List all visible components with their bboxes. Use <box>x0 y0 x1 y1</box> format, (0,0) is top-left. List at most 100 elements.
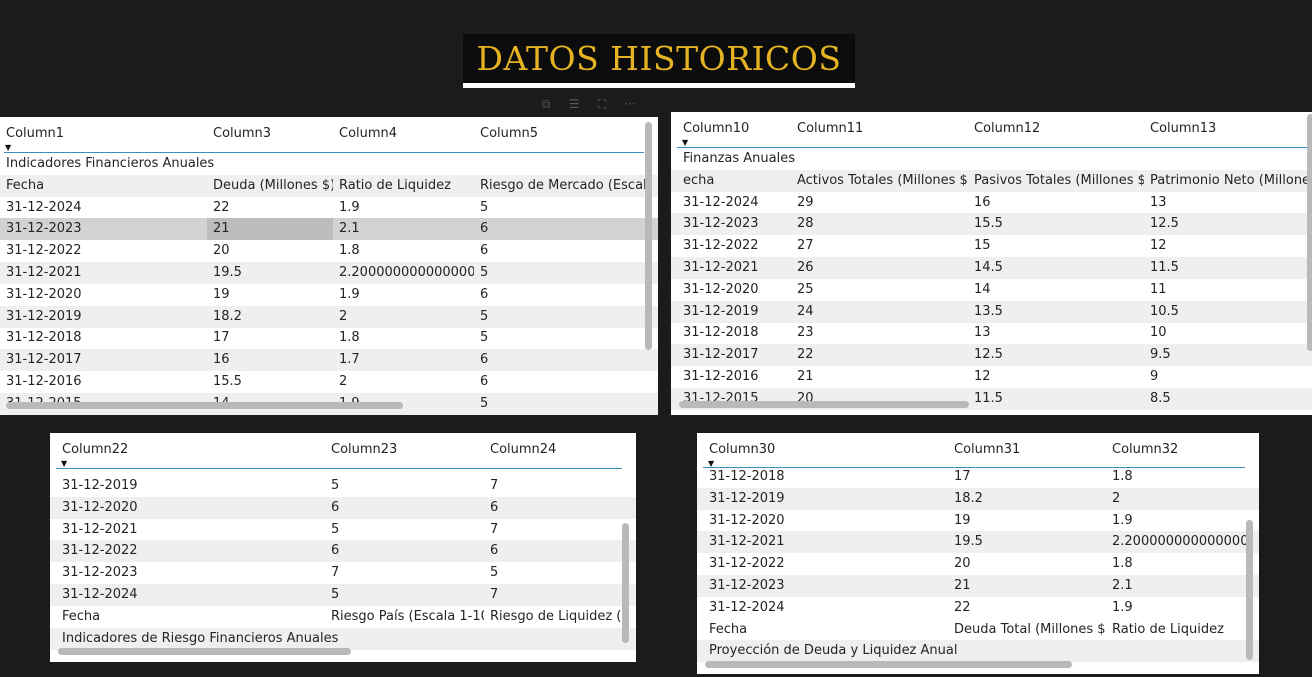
table-row[interactable]: 31-12-2024 5 7 <box>50 584 636 606</box>
table-row[interactable]: 31-12-2024 22 1.9 <box>697 597 1259 619</box>
column-header[interactable]: Column1 <box>0 124 207 144</box>
table-row[interactable]: 31-12-2021 5 7 <box>50 519 636 541</box>
table-cell: 19 <box>213 286 230 302</box>
table-row[interactable]: 31-12-2019 18.2 2 <box>697 487 1259 510</box>
column-header[interactable]: Column11 <box>791 119 968 139</box>
table-cell: 2.2000000000000002 <box>339 265 474 280</box>
vertical-scrollbar[interactable] <box>1307 114 1312 351</box>
table-header-row[interactable]: Fecha Deuda (Millones $) Ratio de Liquidez… <box>0 174 658 197</box>
vertical-scrollbar[interactable] <box>622 523 629 643</box>
table-cell: 6 <box>331 543 340 559</box>
table-cell: 12 <box>974 369 991 384</box>
table-row[interactable]: 31-12-2018 17 1.8 <box>697 466 1259 488</box>
table-row[interactable]: 31-12-2020 19 1.9 <box>697 510 1259 532</box>
column-header[interactable]: Column10 <box>677 119 791 139</box>
table-cell: 19.5 <box>954 534 983 550</box>
table-cell: 28 <box>797 216 814 232</box>
column-header[interactable]: Column31 <box>948 440 1106 460</box>
table-row[interactable]: 31-12-2016 15.5 2 6 <box>0 371 658 393</box>
header-divider <box>56 468 622 469</box>
table-header-row[interactable]: Fecha Deuda Total (Millones $) Ratio de Li… <box>697 619 1259 641</box>
sort-descending-icon[interactable]: ▼ <box>682 139 688 147</box>
table-row[interactable]: 31-12-2018 17 1.8 5 <box>0 327 658 349</box>
vertical-scrollbar[interactable] <box>1246 520 1253 660</box>
column-header[interactable]: Column13 <box>1144 119 1312 139</box>
table-row[interactable]: 31-12-2024 29 16 13 <box>671 192 1312 214</box>
table-header-row[interactable]: Fecha Riesgo País (Escala 1-10) Riesgo de … <box>50 606 636 628</box>
focus-mode-icon[interactable]: ⛶ <box>594 97 610 112</box>
table-row[interactable]: 31-12-2022 20 1.8 <box>697 553 1259 575</box>
table-cell: 14.5 <box>974 260 1003 275</box>
horizontal-scrollbar[interactable] <box>6 402 403 409</box>
table-cell: 7 <box>490 478 499 493</box>
table-cell: 31-12-2022 <box>683 238 759 254</box>
table-cell: 1.7 <box>339 352 360 368</box>
table-row[interactable]: 31-12-2021 26 14.5 11.5 <box>671 257 1312 279</box>
table-row[interactable]: 31-12-2023 21 2.1 <box>697 575 1259 597</box>
table-row[interactable]: 31-12-2020 25 14 11 <box>671 279 1312 301</box>
table-cell: Fecha <box>6 177 45 193</box>
table-cell: 20 <box>954 556 971 572</box>
table-row[interactable]: 31-12-2019 18.2 2 5 <box>0 305 658 328</box>
table-cell: 31-12-2024 <box>709 599 785 615</box>
table-row[interactable]: 31-12-2019 24 13.5 10.5 <box>671 300 1312 323</box>
horizontal-scrollbar[interactable] <box>705 661 1072 668</box>
copy-icon[interactable]: ⧉ <box>538 97 554 112</box>
table-cell: 5 <box>331 478 340 493</box>
table-row[interactable]: 31-12-2016 21 12 9 <box>671 366 1312 388</box>
table-cell: 21 <box>797 369 814 384</box>
horizontal-scrollbar[interactable] <box>679 401 969 408</box>
table-cell: 10 <box>1150 325 1167 341</box>
table-cell: 31-12-2020 <box>6 286 82 302</box>
column-header[interactable]: Column22 <box>56 440 325 460</box>
table-cell: 1.9 <box>339 199 360 215</box>
table-row[interactable]: 31-12-2022 6 6 <box>50 540 636 563</box>
table-cell: 1.9 <box>339 286 360 302</box>
table-row[interactable]: 31-12-2024 22 1.9 5 <box>0 197 658 219</box>
sort-descending-icon[interactable]: ▼ <box>5 144 11 152</box>
column-header[interactable]: Column30 <box>703 440 948 460</box>
table-row[interactable]: 31-12-2018 23 13 10 <box>671 322 1312 344</box>
table-cell: Ratio de Liquidez <box>1112 621 1224 637</box>
table-row[interactable]: 31-12-2021 19.5 2.2000000000000002 <box>697 531 1259 554</box>
table-row[interactable]: 31-12-2019 5 7 <box>50 475 636 497</box>
table-cell: 23 <box>797 325 814 341</box>
horizontal-scrollbar[interactable] <box>58 648 351 655</box>
more-options-icon[interactable]: ··· <box>622 97 638 111</box>
column-header[interactable]: Column32 <box>1106 440 1246 460</box>
table-cell: 9.5 <box>1150 347 1171 363</box>
table-row[interactable]: 31-12-2023 28 15.5 12.5 <box>671 213 1312 236</box>
table-cell: 9 <box>1150 369 1159 384</box>
table-row[interactable]: 31-12-2022 27 15 12 <box>671 235 1312 257</box>
column-header[interactable]: Column12 <box>968 119 1144 139</box>
table-row[interactable]: 31-12-2020 6 6 <box>50 496 636 519</box>
column-header[interactable]: Column4 <box>333 124 474 144</box>
table-cell: 16 <box>213 352 230 368</box>
table-row[interactable]: 31-12-2021 19.5 2.2000000000000002 5 <box>0 262 658 284</box>
table-cell: 31-12-2019 <box>62 478 138 493</box>
table-cell: 25 <box>797 281 814 297</box>
column-header[interactable]: Column24 <box>484 440 624 460</box>
table-header-row[interactable]: echa Activos Totales (Millones $) Pasivos … <box>671 169 1312 192</box>
vertical-scrollbar[interactable] <box>645 122 652 350</box>
table-cell: 14 <box>974 281 991 297</box>
table-cell: Deuda Total (Millones $) <box>954 621 1106 637</box>
table-row[interactable]: 31-12-2017 22 12.5 9.5 <box>671 344 1312 367</box>
table-cell: 5 <box>480 395 489 411</box>
table-cell: 31-12-2021 <box>6 265 82 280</box>
table-row[interactable]: 31-12-2023 7 5 <box>50 562 636 584</box>
column-header[interactable]: Column3 <box>207 124 333 144</box>
table-cell: 5 <box>331 521 340 537</box>
table-row[interactable]: 31-12-2017 16 1.7 6 <box>0 349 658 372</box>
column-header[interactable]: Column5 <box>474 124 646 144</box>
table-row[interactable]: 31-12-2022 20 1.8 6 <box>0 240 658 262</box>
column-header[interactable]: Column23 <box>325 440 484 460</box>
table-row-selected[interactable]: 31-12-2023 21 2.1 6 <box>0 218 658 241</box>
group-label-row: Finanzas Anuales <box>671 148 1312 170</box>
sort-descending-icon[interactable]: ▼ <box>61 460 67 468</box>
table-cell: 31-12-2016 <box>6 374 82 389</box>
table-cell: 31-12-2023 <box>683 216 759 232</box>
filter-icon[interactable]: ☰ <box>566 97 582 111</box>
table-cell: 22 <box>954 599 971 615</box>
table-row[interactable]: 31-12-2020 19 1.9 6 <box>0 284 658 306</box>
